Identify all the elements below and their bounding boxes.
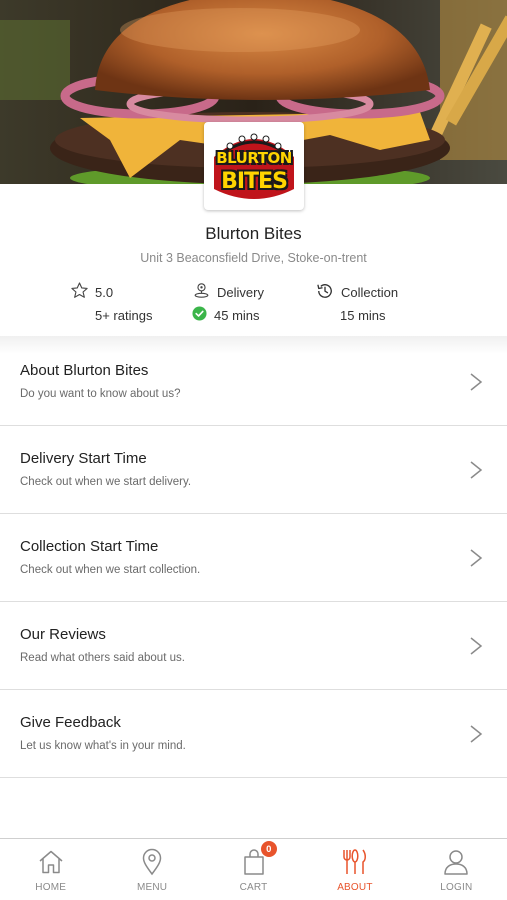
list-item-collection-start[interactable]: Collection Start Time Check out when we …	[0, 514, 507, 602]
restaurant-name: Blurton Bites	[205, 224, 302, 243]
chevron-right-icon	[470, 549, 483, 567]
nav-about-label: ABOUT	[337, 882, 373, 893]
star-icon	[70, 281, 89, 303]
nav-login-label: LOGIN	[440, 882, 473, 893]
list-item-subtitle: Let us know what's in your mind.	[20, 740, 186, 752]
nav-cart-label: CART	[239, 882, 268, 893]
check-circle-icon	[192, 306, 207, 324]
list-item-delivery-start[interactable]: Delivery Start Time Check out when we st…	[0, 426, 507, 514]
home-icon	[36, 847, 66, 877]
list-item-feedback[interactable]: Give Feedback Let us know what's in your…	[0, 690, 507, 778]
nav-cart[interactable]: 0 CART	[203, 839, 304, 900]
nav-menu-label: MENU	[136, 882, 168, 893]
list-item-title: Give Feedback	[20, 714, 121, 731]
restaurant-logo: BLURTON BITES	[204, 122, 304, 210]
location-pin-icon	[137, 847, 167, 877]
nav-about[interactable]: ABOUT	[304, 839, 405, 900]
delivery-label: Delivery	[217, 284, 264, 300]
user-icon	[441, 847, 471, 877]
delivery-time: 45 mins	[214, 307, 260, 323]
list-item-title: Delivery Start Time	[20, 450, 147, 467]
rating-stat: 5.0 5+ ratings	[70, 282, 152, 325]
list-item-subtitle: Do you want to know about us?	[20, 388, 181, 400]
list-item-subtitle: Read what others said about us.	[20, 652, 185, 664]
nav-home[interactable]: HOME	[0, 839, 101, 900]
list-item-title: Our Reviews	[20, 626, 106, 643]
list-item-subtitle: Check out when we start delivery.	[20, 476, 192, 488]
chevron-right-icon	[470, 461, 483, 479]
collection-time: 15 mins	[340, 307, 386, 323]
chevron-right-icon	[470, 725, 483, 743]
collection-stat: Collection 15 mins	[315, 282, 398, 325]
logo-text-line1: BLURTON	[216, 149, 292, 167]
collection-label: Collection	[341, 284, 399, 300]
nav-home-label: HOME	[35, 882, 67, 893]
bottom-navigation: HOME MENU 0 CART ABOUT LOGIN	[0, 838, 507, 900]
logo-text-line2: BITES	[221, 169, 288, 194]
cutlery-icon	[340, 847, 370, 877]
clock-history-icon	[315, 281, 335, 304]
cart-count-badge: 0	[260, 841, 277, 857]
rating-count: 5+ ratings	[95, 307, 153, 323]
list-item-reviews[interactable]: Our Reviews Read what others said about …	[0, 602, 507, 690]
nav-login[interactable]: LOGIN	[406, 839, 507, 900]
delivery-stat: Delivery 45 mins	[192, 282, 264, 325]
list-item-title: About Blurton Bites	[20, 362, 149, 379]
delivery-pin-icon	[192, 281, 211, 303]
restaurant-address: Unit 3 Beaconsfield Drive, Stoke-on-tren…	[140, 251, 367, 265]
list-item-about[interactable]: About Blurton Bites Do you want to know …	[0, 338, 507, 426]
list-item-title: Collection Start Time	[20, 538, 159, 555]
chevron-right-icon	[470, 373, 483, 391]
about-options-list: About Blurton Bites Do you want to know …	[0, 338, 507, 778]
chevron-right-icon	[470, 637, 483, 655]
list-item-subtitle: Check out when we start collection.	[20, 564, 201, 576]
nav-menu[interactable]: MENU	[101, 839, 202, 900]
rating-value: 5.0	[95, 284, 114, 300]
